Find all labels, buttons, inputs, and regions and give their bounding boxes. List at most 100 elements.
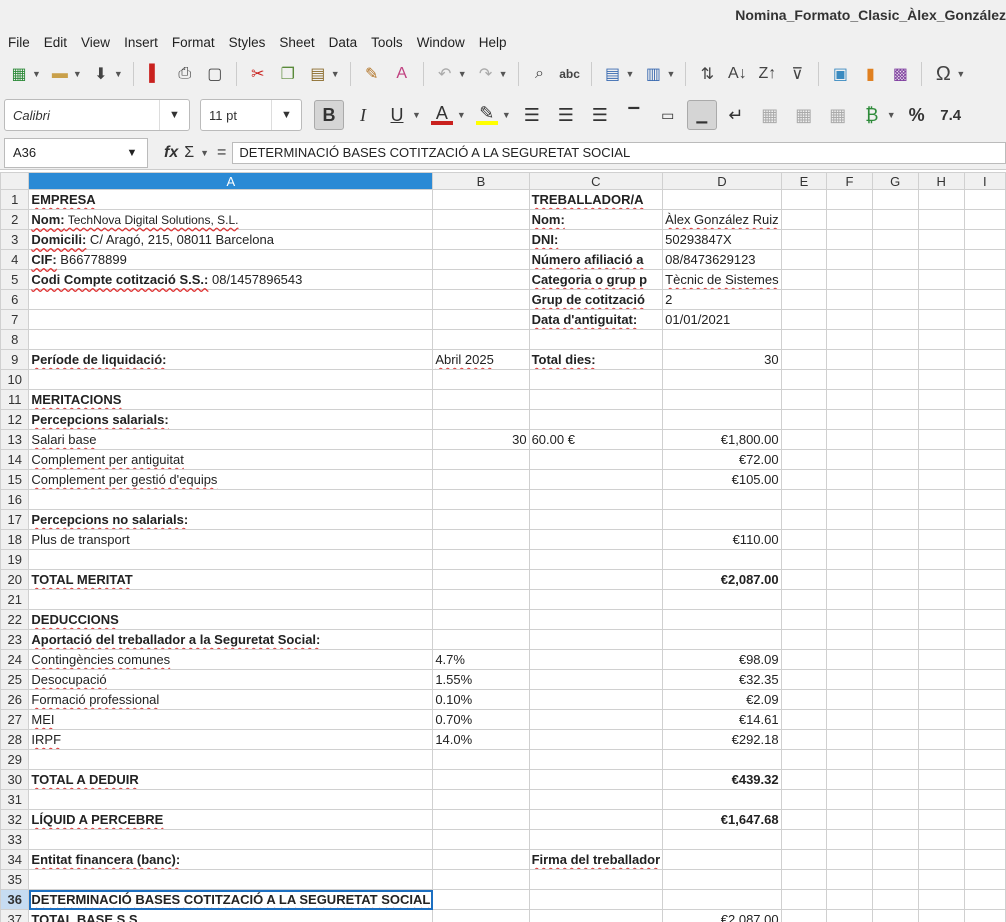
cell-e[interactable] (780, 609, 828, 630)
cell-b[interactable] (432, 289, 530, 310)
cell-g[interactable] (871, 769, 919, 790)
cell-b[interactable] (432, 369, 530, 390)
unmerge-cells-icon[interactable]: ▦ (789, 100, 819, 130)
cell-e[interactable] (780, 589, 828, 610)
cell-f[interactable] (826, 249, 873, 270)
cell-h[interactable] (917, 649, 965, 670)
cell-d[interactable] (662, 609, 782, 630)
cell-b[interactable] (432, 269, 530, 290)
paste-icon[interactable]: ▤ (305, 61, 331, 87)
cell-f[interactable] (826, 709, 873, 730)
cell-f[interactable] (826, 909, 873, 922)
cell-g[interactable] (871, 569, 919, 590)
cell-i[interactable] (963, 809, 1006, 830)
merge-cells-icon[interactable]: ▦ (755, 100, 785, 130)
chevron-down-icon[interactable]: ▼ (412, 110, 421, 120)
cell-f[interactable] (826, 689, 873, 710)
row-header[interactable]: 24 (0, 649, 30, 670)
cell-i[interactable] (963, 469, 1006, 490)
cell-f[interactable] (826, 749, 873, 770)
cell-a[interactable]: Nom: TechNova Digital Solutions, S.L. (28, 209, 434, 230)
align-center-icon[interactable]: ☰ (551, 100, 581, 130)
cell-i[interactable] (963, 409, 1006, 430)
cell-e[interactable] (780, 869, 828, 890)
cell-c[interactable] (528, 689, 664, 710)
cell-d[interactable]: 01/01/2021 (662, 309, 782, 330)
underline-icon[interactable]: U (382, 100, 412, 130)
italic-icon[interactable]: I (348, 100, 378, 130)
row-header[interactable]: 12 (0, 409, 30, 430)
cell-f[interactable] (826, 869, 873, 890)
cell-h[interactable] (917, 909, 965, 922)
cell-g[interactable] (871, 729, 919, 750)
cell-e[interactable] (780, 309, 828, 330)
menu-format[interactable]: Format (172, 35, 215, 50)
cell-b[interactable] (432, 569, 530, 590)
menu-styles[interactable]: Styles (229, 35, 266, 50)
cell-b[interactable] (432, 309, 530, 330)
cell-f[interactable] (826, 269, 873, 290)
cell-h[interactable] (917, 389, 965, 410)
row-header[interactable]: 11 (0, 389, 30, 410)
column-icon[interactable]: ▥ (640, 61, 666, 87)
menu-data[interactable]: Data (329, 35, 358, 50)
cell-g[interactable] (871, 269, 919, 290)
cell-f[interactable] (826, 409, 873, 430)
cell-d[interactable]: €14.61 (662, 709, 782, 730)
cell-c[interactable]: TREBALLADOR/A (528, 189, 664, 210)
cell-g[interactable] (871, 889, 919, 910)
row-header[interactable]: 28 (0, 729, 30, 750)
cell-h[interactable] (917, 769, 965, 790)
chevron-down-icon[interactable]: ▼ (956, 69, 965, 79)
cell-h[interactable] (917, 269, 965, 290)
row-header[interactable]: 37 (0, 909, 30, 922)
sum-icon[interactable]: Σ (184, 144, 194, 162)
cell-a[interactable]: Percepcions no salarials: (28, 509, 434, 530)
cell-f[interactable] (826, 489, 873, 510)
cell-f[interactable] (826, 669, 873, 690)
cell-g[interactable] (871, 629, 919, 650)
cell-e[interactable] (780, 229, 828, 250)
cell-i[interactable] (963, 309, 1006, 330)
cell-f[interactable] (826, 589, 873, 610)
font-color-icon[interactable]: A (427, 100, 457, 130)
cell-a[interactable]: EMPRESA (28, 189, 434, 210)
chevron-down-icon[interactable]: ▼ (271, 100, 301, 130)
row-header[interactable]: 14 (0, 449, 30, 470)
cell-h[interactable] (917, 789, 965, 810)
wrap-text-icon[interactable]: ↵ (721, 100, 751, 130)
cell-a[interactable]: CIF: B66778899 (28, 249, 434, 270)
cell-c[interactable]: Categoria o grup p (528, 269, 664, 290)
cell-i[interactable] (963, 909, 1006, 922)
formula-icon[interactable]: = (217, 144, 226, 162)
cell-b[interactable] (432, 549, 530, 570)
cell-c[interactable] (528, 769, 664, 790)
cell-d[interactable] (662, 749, 782, 770)
cell-g[interactable] (871, 809, 919, 830)
cell-h[interactable] (917, 589, 965, 610)
row-header[interactable]: 17 (0, 509, 30, 530)
cell-i[interactable] (963, 689, 1006, 710)
cell-b[interactable] (432, 449, 530, 470)
cut-icon[interactable]: ✂ (245, 61, 271, 87)
cell-g[interactable] (871, 289, 919, 310)
cell-d[interactable]: €72.00 (662, 449, 782, 470)
cell-i[interactable] (963, 709, 1006, 730)
merge-center-icon[interactable]: ▦ (823, 100, 853, 130)
cell-i[interactable] (963, 749, 1006, 770)
cell-a[interactable]: Aportació del treballador a la Seguretat… (28, 629, 434, 650)
cell-h[interactable] (917, 689, 965, 710)
align-right-icon[interactable]: ☰ (585, 100, 615, 130)
cell-c[interactable]: Data d'antiguitat: (528, 309, 664, 330)
cell-i[interactable] (963, 329, 1006, 350)
cell-b[interactable] (432, 389, 530, 410)
cell-b[interactable] (432, 609, 530, 630)
cell-c[interactable] (528, 549, 664, 570)
column-header-d[interactable]: D (662, 172, 782, 190)
row-header[interactable]: 30 (0, 769, 30, 790)
row-header[interactable]: 1 (0, 189, 30, 210)
insert-image-icon[interactable]: ▣ (827, 61, 853, 87)
row-header[interactable]: 2 (0, 209, 30, 230)
cell-i[interactable] (963, 509, 1006, 530)
cell-d[interactable]: €292.18 (662, 729, 782, 750)
